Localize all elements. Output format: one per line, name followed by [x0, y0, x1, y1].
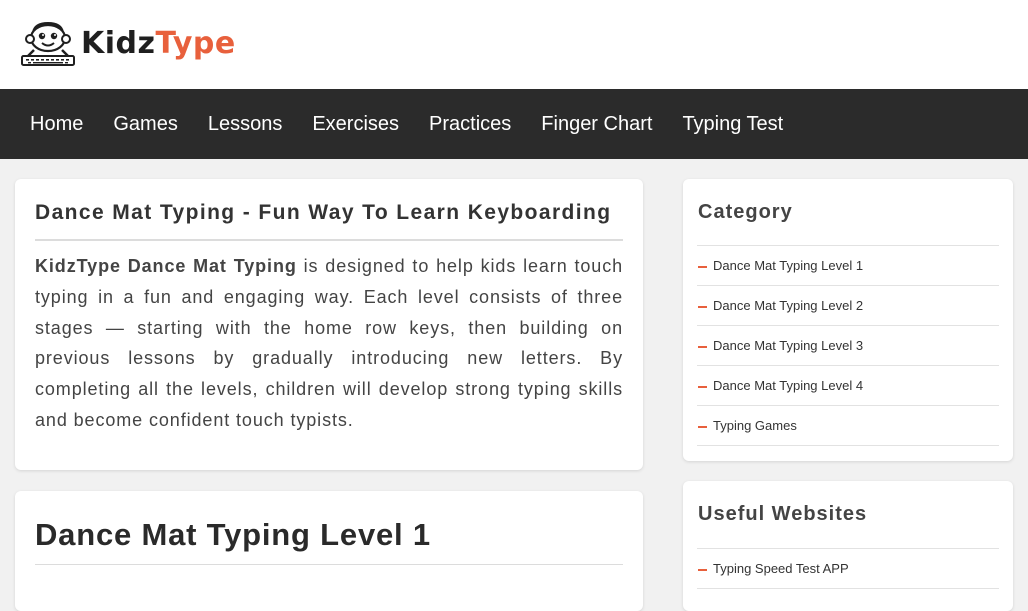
nav-item-home[interactable]: Home — [15, 89, 98, 159]
site-header: KidzType — [0, 0, 1028, 89]
category-list: Dance Mat Typing Level 1 Dance Mat Typin… — [697, 245, 999, 446]
category-widget: Category Dance Mat Typing Level 1 Dance … — [683, 179, 1013, 461]
article-intro: KidzType Dance Mat Typing is designed to… — [35, 251, 623, 436]
nav-item-finger-chart[interactable]: Finger Chart — [526, 89, 667, 159]
category-item: Dance Mat Typing Level 3 — [697, 326, 999, 366]
category-link-typing-games[interactable]: Typing Games — [713, 418, 797, 433]
site-logo[interactable]: KidzType — [20, 20, 236, 66]
nav-item-lessons[interactable]: Lessons — [193, 89, 298, 159]
kid-at-keyboard-icon — [21, 22, 75, 66]
dash-bullet-icon — [698, 425, 707, 428]
brand-name-part1: Kidz — [81, 25, 156, 61]
brand-name: KidzType — [81, 26, 236, 61]
dash-bullet-icon — [698, 568, 707, 571]
main-nav: Home Games Lessons Exercises Practices F… — [0, 89, 1028, 159]
article-intro-bold: KidzType Dance Mat Typing — [35, 256, 297, 276]
dash-bullet-icon — [698, 345, 707, 348]
title-divider — [35, 239, 623, 241]
level-divider — [35, 564, 623, 565]
category-link-level-1[interactable]: Dance Mat Typing Level 1 — [713, 258, 863, 273]
article-card: Dance Mat Typing - Fun Way To Learn Keyb… — [15, 179, 643, 470]
useful-website-item: Typing Speed Test APP — [697, 549, 999, 589]
article-intro-text: is designed to help kids learn touch typ… — [35, 256, 624, 430]
dash-bullet-icon — [698, 265, 707, 268]
useful-link-typing-speed-test-app[interactable]: Typing Speed Test APP — [713, 561, 849, 576]
nav-item-practices[interactable]: Practices — [414, 89, 526, 159]
nav-item-exercises[interactable]: Exercises — [297, 89, 414, 159]
nav-item-typing-test[interactable]: Typing Test — [667, 89, 798, 159]
category-link-level-2[interactable]: Dance Mat Typing Level 2 — [713, 298, 863, 313]
category-link-level-3[interactable]: Dance Mat Typing Level 3 — [713, 338, 863, 353]
category-item: Dance Mat Typing Level 1 — [697, 246, 999, 286]
category-item: Typing Games — [697, 406, 999, 446]
category-item: Dance Mat Typing Level 2 — [697, 286, 999, 326]
dash-bullet-icon — [698, 305, 707, 308]
useful-websites-title: Useful Websites — [698, 503, 868, 525]
level-card: Dance Mat Typing Level 1 — [15, 491, 643, 611]
category-title: Category — [698, 201, 793, 223]
brand-name-part2: Type — [155, 25, 236, 61]
article-title: Dance Mat Typing - Fun Way To Learn Keyb… — [35, 201, 612, 224]
category-item: Dance Mat Typing Level 4 — [697, 366, 999, 406]
category-link-level-4[interactable]: Dance Mat Typing Level 4 — [713, 378, 863, 393]
useful-websites-list: Typing Speed Test APP — [697, 548, 999, 589]
useful-websites-widget: Useful Websites Typing Speed Test APP — [683, 481, 1013, 611]
nav-item-games[interactable]: Games — [98, 89, 192, 159]
dash-bullet-icon — [698, 385, 707, 388]
level-title: Dance Mat Typing Level 1 — [35, 517, 431, 552]
